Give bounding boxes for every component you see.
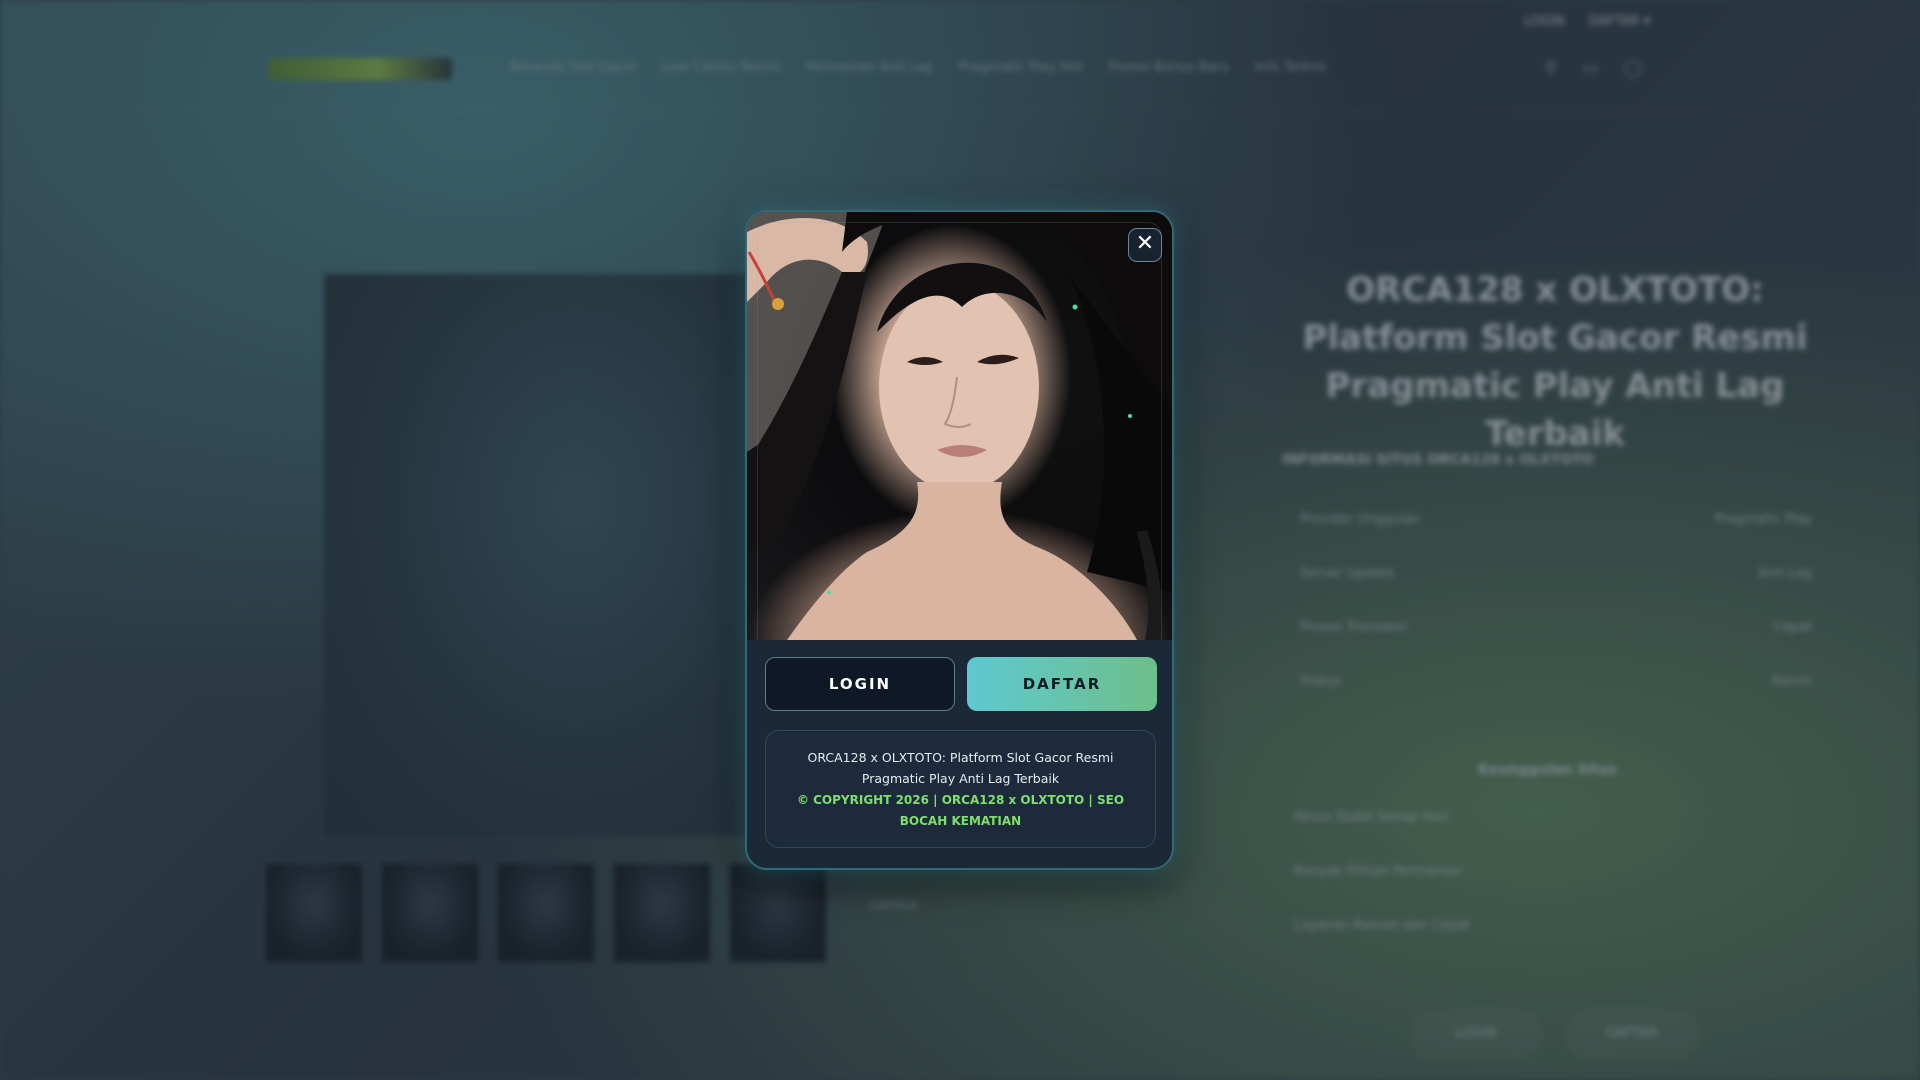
info-panel: ORCA128 x OLXTOTO: Platform Slot Gacor R… — [765, 730, 1156, 848]
site-description: ORCA128 x OLXTOTO: Platform Slot Gacor R… — [807, 750, 1114, 786]
auth-buttons: LOGIN DAFTAR — [765, 657, 1157, 711]
promo-modal: ✕ LOGIN DAFTAR ORCA128 x OLXTOTO: Platfo… — [745, 210, 1174, 870]
login-button[interactable]: LOGIN — [765, 657, 955, 711]
close-button[interactable]: ✕ — [1128, 228, 1162, 262]
copyright-text: © COPYRIGHT 2026 | ORCA128 x OLXTOTO | S… — [796, 793, 1125, 828]
modal-photo — [747, 212, 1172, 640]
photo-illustration — [747, 212, 1172, 640]
daftar-button[interactable]: DAFTAR — [967, 657, 1157, 711]
